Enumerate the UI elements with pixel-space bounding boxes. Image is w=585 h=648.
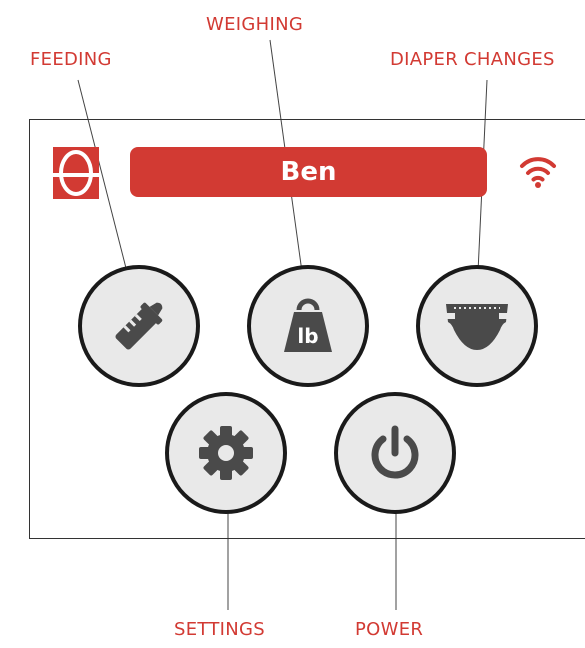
baby-name-bar[interactable]: Ben [130, 147, 487, 197]
diaper-icon [446, 304, 508, 350]
diaper-changes-callout: DIAPER CHANGES [390, 49, 555, 70]
baby-bottle-icon [115, 302, 163, 350]
wifi-icon [518, 152, 558, 190]
weight-icon: lb [284, 298, 332, 352]
weighing-button[interactable]: lb [247, 265, 369, 387]
gear-icon [199, 426, 253, 480]
feeding-button[interactable] [78, 265, 200, 387]
settings-button[interactable] [165, 392, 287, 514]
weight-unit-label: lb [297, 324, 318, 348]
diaper-changes-button[interactable] [416, 265, 538, 387]
feeding-callout: FEEDING [30, 49, 112, 70]
power-button[interactable] [334, 392, 456, 514]
weighing-callout: WEIGHING [206, 14, 304, 35]
brand-logo [53, 147, 99, 199]
power-callout: POWER [355, 619, 424, 640]
settings-callout: SETTINGS [174, 619, 266, 640]
power-icon [371, 425, 419, 479]
